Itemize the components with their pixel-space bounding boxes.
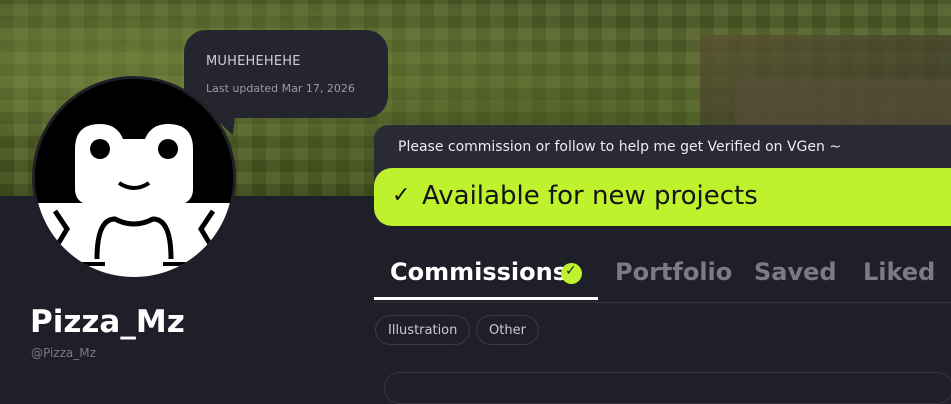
commission-message: Please commission or follow to help me g…	[398, 139, 842, 155]
check-icon: ✓	[392, 183, 411, 208]
availability-badge[interactable]: ✓ Available for new projects	[374, 168, 951, 226]
profile-tabs: Commissions Portfolio Saved Liked	[374, 250, 951, 303]
verified-check-icon: ✓	[561, 263, 582, 284]
tab-saved[interactable]: Saved	[754, 258, 837, 286]
commission-card[interactable]	[384, 372, 951, 404]
tab-commissions[interactable]: Commissions	[390, 258, 567, 286]
status-message: MUHEHEHEHE	[206, 54, 301, 69]
handle: @Pizza_Mz	[31, 346, 96, 360]
tab-liked[interactable]: Liked	[863, 258, 935, 286]
filter-chip-illustration[interactable]: Illustration	[375, 315, 471, 345]
frog-avatar-icon	[35, 79, 233, 277]
tab-portfolio[interactable]: Portfolio	[615, 258, 732, 286]
avatar[interactable]	[32, 76, 236, 280]
availability-label: Available for new projects	[422, 181, 758, 211]
display-name: Pizza_Mz	[30, 304, 185, 340]
filter-chip-other[interactable]: Other	[476, 315, 539, 345]
active-tab-indicator	[374, 297, 598, 300]
